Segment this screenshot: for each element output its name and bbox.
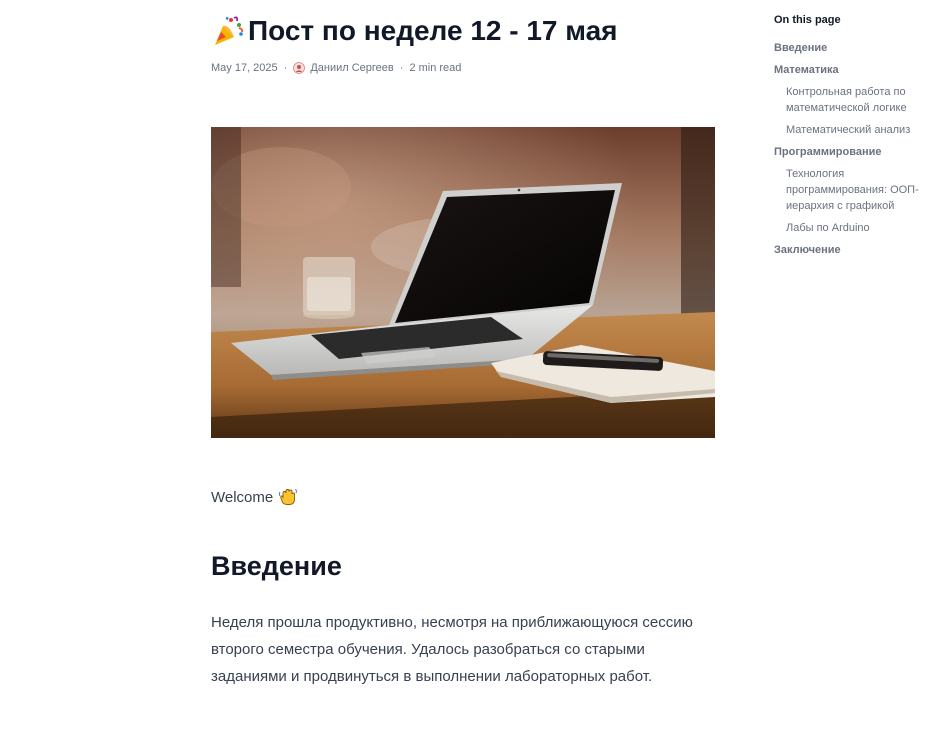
- toc-item-programming-technology[interactable]: Технология программирования: ООП-иерархи…: [786, 166, 934, 214]
- toc-item-conclusion[interactable]: Заключение: [774, 242, 934, 258]
- laptop-photo: [211, 127, 715, 438]
- section-heading-introduction: Введение: [211, 551, 342, 581]
- toc-item-introduction[interactable]: Введение: [774, 40, 934, 56]
- meta-separator: ·: [283, 62, 288, 74]
- read-time: 2 min read: [409, 62, 462, 74]
- waving-hand-icon: [279, 488, 298, 505]
- table-of-contents: On this page Введение Математика Контрол…: [774, 14, 934, 264]
- meta-separator: ·: [399, 62, 404, 74]
- toc-heading: On this page: [774, 14, 841, 26]
- toc-item-programming[interactable]: Программирование: [774, 144, 934, 160]
- toc-item-mathematics[interactable]: Математика: [774, 62, 934, 78]
- post-title-text: Пост по неделе 12 - 17 мая: [248, 15, 618, 46]
- post-title: Пост по неделе 12 - 17 мая: [211, 14, 618, 48]
- introduction-paragraph: Неделя прошла продуктивно, несмотря на п…: [211, 614, 693, 685]
- post-date: May 17, 2025: [211, 62, 278, 74]
- hero-image: [211, 127, 715, 438]
- toc-item-math-logic-test[interactable]: Контрольная работа по математической лог…: [786, 84, 934, 116]
- author-avatar[interactable]: [293, 62, 306, 74]
- welcome-text: Welcome: [211, 488, 274, 506]
- welcome-line: Welcome: [211, 488, 298, 506]
- blog-post-page: Пост по неделе 12 - 17 мая May 17, 2025 …: [0, 0, 950, 738]
- toc-item-math-analysis[interactable]: Математический анализ: [786, 122, 934, 138]
- post-meta: May 17, 2025 · Даниил Сергеев · 2 min re…: [211, 62, 461, 74]
- party-popper-icon: [215, 16, 244, 45]
- author-name[interactable]: Даниил Сергеев: [310, 62, 393, 74]
- toc-item-arduino-labs[interactable]: Лабы по Arduino: [786, 220, 934, 236]
